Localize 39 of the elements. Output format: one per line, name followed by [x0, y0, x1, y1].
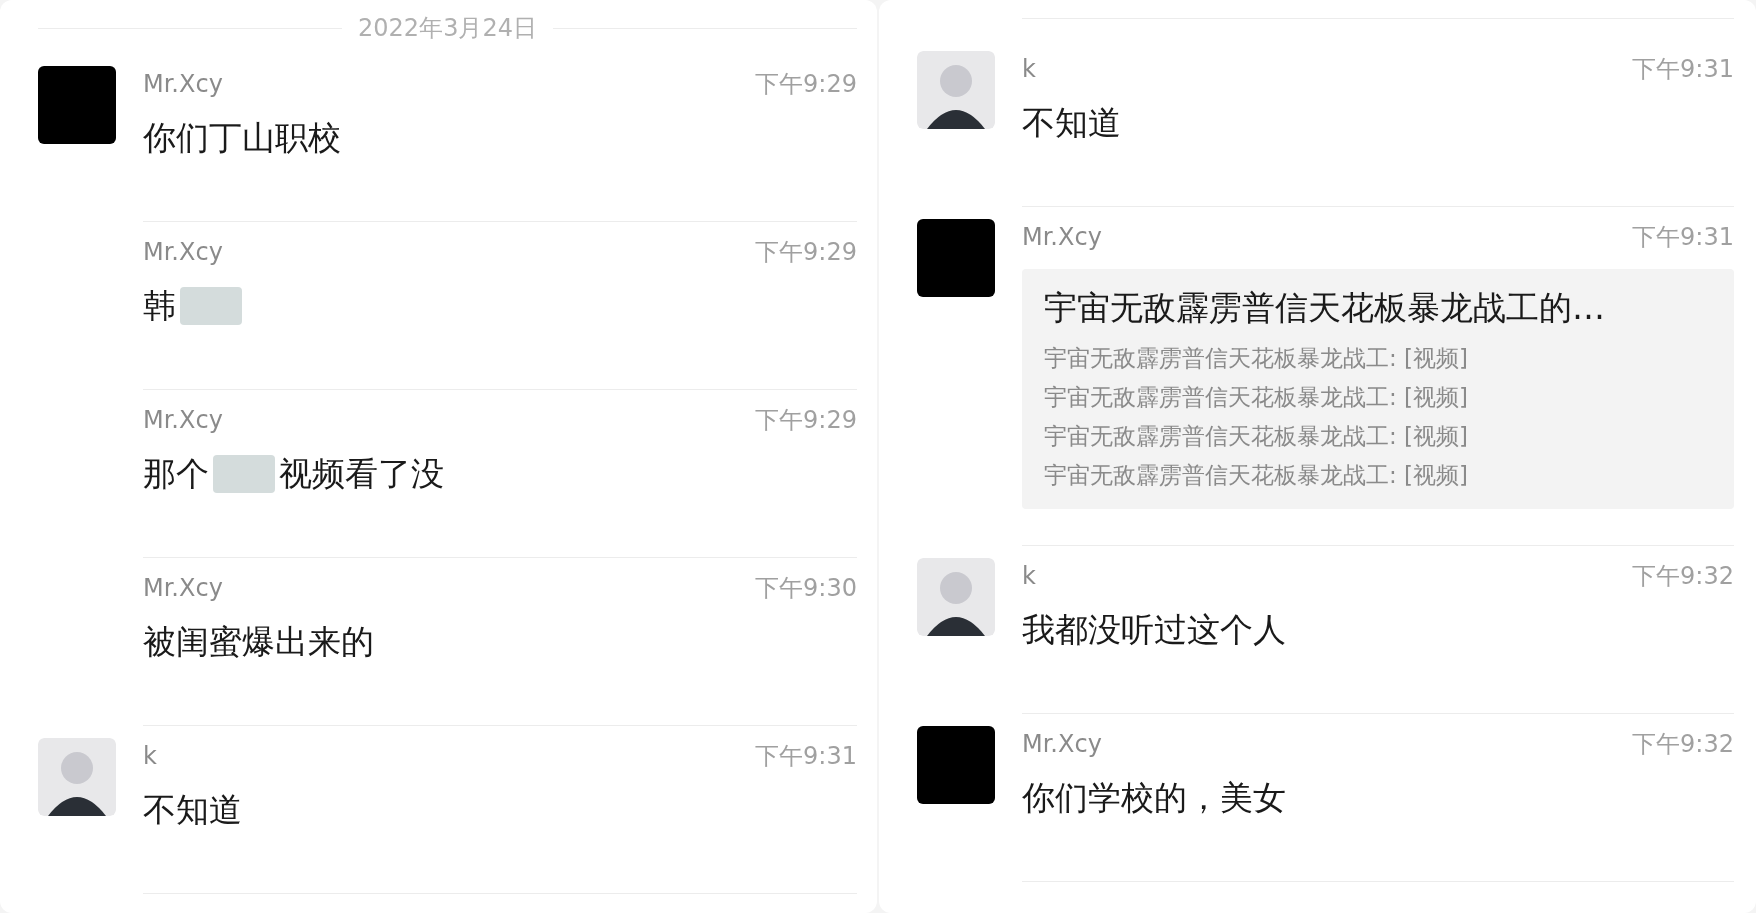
- message-text: 你们学校的，美女: [1022, 776, 1286, 819]
- forward-line: 宇宙无敌霹雳普信天花板暴龙战工: [视频]: [1044, 460, 1469, 490]
- message-time: 下午9:32: [1632, 560, 1734, 592]
- message-time: 下午9:32: [1632, 728, 1734, 760]
- message-time: 下午9:31: [1632, 54, 1734, 85]
- message-time: 下午9:30: [755, 573, 857, 604]
- forward-line: 宇宙无敌霹雳普信天花板暴龙战工: [视频]: [1044, 382, 1469, 412]
- message-time: 下午9:31: [1632, 222, 1734, 253]
- sender-name: k: [1022, 560, 1036, 592]
- avatar-silhouette-icon: [917, 557, 995, 636]
- forward-line: 宇宙无敌霹雳普信天花板暴龙战工: [视频]: [1044, 343, 1469, 373]
- forwarded-chat-card[interactable]: 宇宙无敌霹雳普信天花板暴龙战工的… 宇宙无敌霹雳普信天花板暴龙战工: [视频] 宇宙无敌霹雳普信天花板暴龙战工: [视频] 宇宙无敌霹雳普信天花板暴龙战工: [视频] 宇宙无敌霹雳普信天花板暴龙战工: [视频]: [1022, 269, 1734, 509]
- sender-name: Mr.Xcy: [143, 237, 223, 268]
- sender-name: k: [143, 741, 157, 772]
- message-time: 下午9:29: [755, 237, 857, 268]
- message-text: 视频看了没: [279, 453, 444, 496]
- blurred-patch: [213, 455, 275, 493]
- forward-title: 宇宙无敌霹雳普信天花板暴龙战工的…: [1044, 287, 1606, 329]
- blurred-patch: [180, 287, 242, 325]
- message-time: 下午9:31: [755, 741, 857, 772]
- sender-name: Mr.Xcy: [143, 69, 223, 100]
- sender-name: Mr.Xcy: [1022, 728, 1102, 760]
- message-text: 那个: [143, 453, 209, 496]
- message-time: 下午9:29: [755, 69, 857, 100]
- sender-name: Mr.Xcy: [1022, 222, 1102, 253]
- message-time: 下午9:29: [755, 405, 857, 436]
- message-text: 我都没听过这个人: [1022, 608, 1286, 651]
- message-text: 被闺蜜爆出来的: [143, 621, 374, 664]
- message-text: 你们丁山职校: [143, 117, 341, 160]
- message-text: 不知道: [143, 789, 242, 832]
- avatar-silhouette-icon: [917, 51, 995, 129]
- sender-name: Mr.Xcy: [143, 573, 223, 604]
- forward-line: 宇宙无敌霹雳普信天花板暴龙战工: [视频]: [1044, 421, 1469, 451]
- avatar-silhouette-icon: [38, 738, 116, 816]
- sender-name: k: [1022, 54, 1036, 85]
- message-text: 韩: [143, 285, 176, 328]
- date-label: 2022年3月24日: [358, 13, 537, 44]
- message-text: 不知道: [1022, 102, 1121, 145]
- sender-name: Mr.Xcy: [143, 405, 223, 436]
